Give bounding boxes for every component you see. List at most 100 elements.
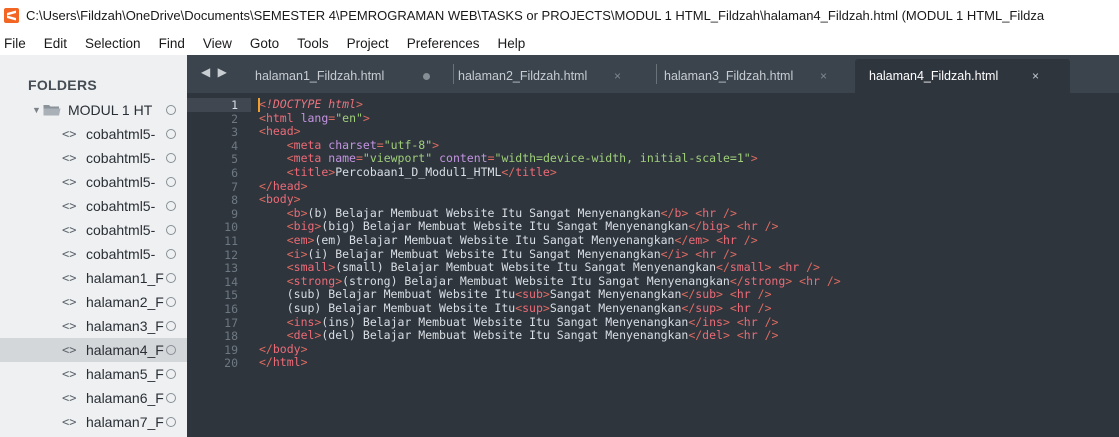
file-item[interactable]: <> halaman1_F bbox=[0, 266, 187, 290]
file-item[interactable]: <> cobahtml5- bbox=[0, 242, 187, 266]
code-line: <head> bbox=[259, 124, 301, 139]
code-token: hr bbox=[806, 273, 820, 288]
code-token: </ bbox=[681, 301, 696, 315]
code-token: big bbox=[293, 219, 315, 234]
menu-find[interactable]: Find bbox=[159, 36, 185, 51]
file-item[interactable]: <> halaman3_F bbox=[0, 314, 187, 338]
tab-close-icon[interactable]: × bbox=[820, 69, 827, 83]
code-token: hr bbox=[743, 314, 758, 329]
file-close-icon[interactable] bbox=[166, 369, 176, 379]
file-item[interactable]: <> cobahtml5- bbox=[0, 146, 187, 170]
code-token: < bbox=[259, 192, 266, 207]
code-token: </ bbox=[660, 205, 675, 220]
file-close-icon[interactable] bbox=[166, 201, 176, 211]
code-token: > bbox=[542, 301, 550, 315]
tab-close-icon[interactable]: × bbox=[614, 69, 621, 83]
file-close-icon[interactable] bbox=[166, 153, 176, 163]
folder-close-icon[interactable] bbox=[166, 105, 176, 115]
code-file-icon: <> bbox=[62, 295, 77, 309]
menu-preferences[interactable]: Preferences bbox=[407, 36, 480, 51]
code-token: < bbox=[259, 110, 266, 125]
code-token: del bbox=[702, 328, 723, 343]
line-number: 11 bbox=[224, 234, 238, 248]
file-item[interactable]: <> cobahtml5- bbox=[0, 122, 187, 146]
file-item[interactable]: <> halaman6_F bbox=[0, 386, 187, 410]
file-close-icon[interactable] bbox=[166, 273, 176, 283]
code-line: <del>(del) Belajar Membuat Website Itu S… bbox=[259, 328, 779, 343]
code-token: hr bbox=[736, 287, 751, 302]
file-close-icon[interactable] bbox=[166, 129, 176, 139]
tab-close-icon[interactable]: × bbox=[1032, 69, 1039, 83]
code-token: strong bbox=[743, 273, 786, 288]
code-file-icon: <> bbox=[62, 223, 77, 237]
menu-project[interactable]: Project bbox=[347, 36, 389, 51]
file-close-icon[interactable] bbox=[166, 393, 176, 403]
file-item[interactable]: <> halaman4_F bbox=[0, 338, 187, 362]
code-line: <ins>(ins) Belajar Membuat Website Itu S… bbox=[259, 314, 779, 330]
code-token: > bbox=[300, 178, 308, 193]
code-token: /> bbox=[757, 301, 772, 315]
file-close-icon[interactable] bbox=[166, 249, 176, 259]
file-item[interactable]: <> halaman5_F bbox=[0, 362, 187, 386]
code-token: body bbox=[265, 192, 294, 207]
code-token: name bbox=[328, 151, 356, 166]
code-token: (i) Belajar Membuat Website Itu Sangat M… bbox=[307, 246, 661, 261]
tab-1[interactable]: halaman1_Fildzah.html bbox=[255, 59, 445, 93]
menu-selection[interactable]: Selection bbox=[85, 36, 141, 51]
code-token: </ bbox=[501, 165, 516, 179]
file-item-label: cobahtml5- bbox=[86, 150, 156, 166]
file-close-icon[interactable] bbox=[166, 345, 176, 355]
code-file-icon: <> bbox=[62, 319, 77, 333]
code-token: (small) Belajar Membuat Website Itu Sang… bbox=[335, 260, 717, 275]
file-close-icon[interactable] bbox=[166, 177, 176, 187]
menu-goto[interactable]: Goto bbox=[250, 36, 279, 51]
file-close-icon[interactable] bbox=[166, 417, 176, 427]
file-close-icon[interactable] bbox=[166, 297, 176, 307]
file-close-icon[interactable] bbox=[166, 225, 176, 235]
code-token: > bbox=[300, 355, 308, 370]
code-editor[interactable]: 1 2 3 4 5 6 7 8 9 10 11 12 13 14 15 16 17 18 19 20 <!DOCTYP… bbox=[187, 93, 1119, 437]
file-item-label: halaman4_F bbox=[86, 342, 164, 358]
line-number: 9 bbox=[231, 206, 238, 221]
tab-modified-dot-icon[interactable] bbox=[423, 73, 430, 80]
folder-row[interactable]: ▼ MODUL 1 HT bbox=[0, 98, 187, 122]
file-item[interactable]: <> cobahtml5- bbox=[0, 218, 187, 242]
menu-view[interactable]: View bbox=[203, 36, 232, 51]
tab-3[interactable]: halaman3_Fildzah.html × bbox=[664, 59, 849, 93]
file-item[interactable]: <> cobahtml5- bbox=[0, 194, 187, 218]
code-line: (sup) Belajar Membuat Website Itu<sup>Sa… bbox=[259, 301, 772, 316]
code-token: big bbox=[702, 219, 723, 234]
code-token: sub bbox=[522, 287, 543, 302]
folder-expand-arrow-icon[interactable]: ▼ bbox=[32, 105, 41, 115]
code-token: </ bbox=[259, 341, 273, 356]
line-number: 20 bbox=[224, 356, 238, 371]
menu-tools[interactable]: Tools bbox=[297, 36, 329, 51]
code-token: hr bbox=[785, 260, 800, 275]
file-close-icon[interactable] bbox=[166, 321, 176, 331]
code-token: </ bbox=[688, 219, 703, 234]
code-token: < bbox=[286, 233, 294, 247]
code-token: sup bbox=[695, 301, 717, 315]
file-item-label: cobahtml5- bbox=[86, 198, 156, 214]
file-item[interactable]: <> halaman2_F bbox=[0, 290, 187, 314]
tab-2[interactable]: halaman2_Fildzah.html × bbox=[458, 59, 648, 93]
menu-help[interactable]: Help bbox=[498, 36, 526, 51]
file-item[interactable]: <> cobahtml5- bbox=[0, 170, 187, 194]
file-item[interactable]: <> halaman7_F bbox=[0, 410, 187, 434]
code-file-icon: <> bbox=[62, 127, 77, 141]
tab-4[interactable]: halaman4_Fildzah.html × bbox=[855, 59, 1070, 93]
menu-file[interactable]: File bbox=[4, 36, 26, 51]
tab-nav-arrows-icon[interactable]: ◀ ▶ bbox=[201, 65, 229, 79]
menu-edit[interactable]: Edit bbox=[44, 36, 67, 51]
code-token: > bbox=[300, 246, 308, 261]
tab-bar: ◀ ▶ halaman1_Fildzah.html halaman2_Fildza… bbox=[187, 55, 1119, 93]
sublime-logo-icon bbox=[4, 8, 19, 23]
